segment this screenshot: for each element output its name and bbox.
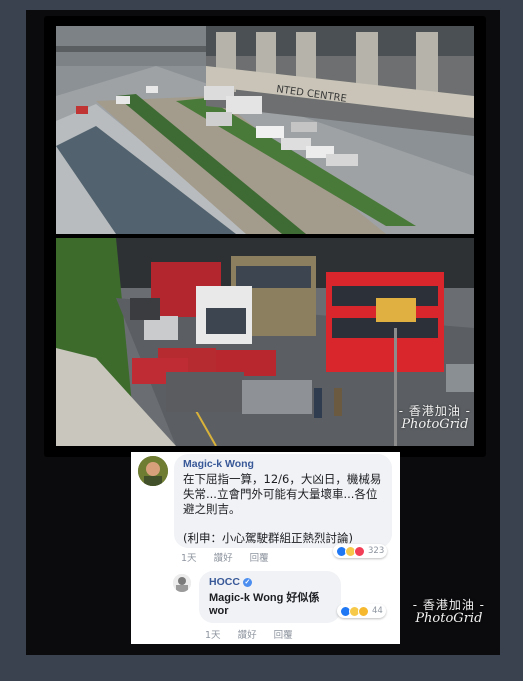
watermark-top: - 香港加油 - PhotoGrid: [399, 404, 471, 432]
watermark-english-bottom: PhotoGrid: [415, 611, 483, 626]
avatar-reply-image: [173, 574, 191, 592]
reply-time[interactable]: 1天: [205, 630, 221, 641]
watermark-english: PhotoGrid: [401, 417, 469, 432]
reply-bubble: HOCC ✓ Magic-k Wong 好似係 wor: [199, 571, 341, 623]
watermark-bottom: - 香港加油 - PhotoGrid: [413, 598, 485, 626]
reaction-summary[interactable]: 323: [333, 544, 388, 558]
reply-reply-button[interactable]: 回覆: [274, 630, 293, 641]
love-icon: [354, 545, 365, 557]
reply-reaction-count: 44: [372, 606, 383, 616]
reply-text: Magic-k Wong 好似係 wor: [209, 592, 320, 617]
reply-button[interactable]: 回覆: [250, 553, 269, 564]
wow-icon: [358, 605, 369, 617]
comment-bubble: Magic-k Wong 在下屈指一算，12/6，大凶日，機械易失常...立會門…: [174, 454, 392, 548]
avatar-image: [138, 456, 168, 486]
avatar-reply[interactable]: [173, 574, 191, 592]
reply-reaction-summary[interactable]: 44: [337, 604, 386, 618]
reply-like-button[interactable]: 讚好: [238, 630, 257, 641]
reply-actions: 1天 讚好 回覆: [205, 627, 307, 641]
like-button[interactable]: 讚好: [214, 553, 233, 564]
avatar[interactable]: [138, 456, 168, 486]
facebook-comments-panel: Magic-k Wong 在下屈指一算，12/6，大凶日，機械易失常...立會門…: [131, 452, 400, 644]
verified-icon: ✓: [242, 578, 252, 587]
comment-text: 在下屈指一算，12/6，大凶日，機械易失常...立會門外可能有大量壞車...各位…: [183, 472, 382, 516]
comment-author[interactable]: Magic-k Wong: [183, 458, 254, 470]
comment-actions: 1天 讚好 回覆: [181, 550, 283, 564]
comment-time[interactable]: 1天: [181, 553, 197, 564]
reaction-count: 323: [368, 546, 385, 556]
aerial-road-illustration: NTED CENTRE: [56, 26, 474, 234]
photo-aerial-road: NTED CENTRE: [56, 26, 474, 234]
reply-author-name[interactable]: HOCC: [209, 576, 240, 588]
watermark-chinese: - 香港加油 -: [398, 404, 471, 418]
watermark-chinese-bottom: - 香港加油 -: [412, 598, 485, 612]
reply-author[interactable]: HOCC ✓: [209, 576, 252, 588]
